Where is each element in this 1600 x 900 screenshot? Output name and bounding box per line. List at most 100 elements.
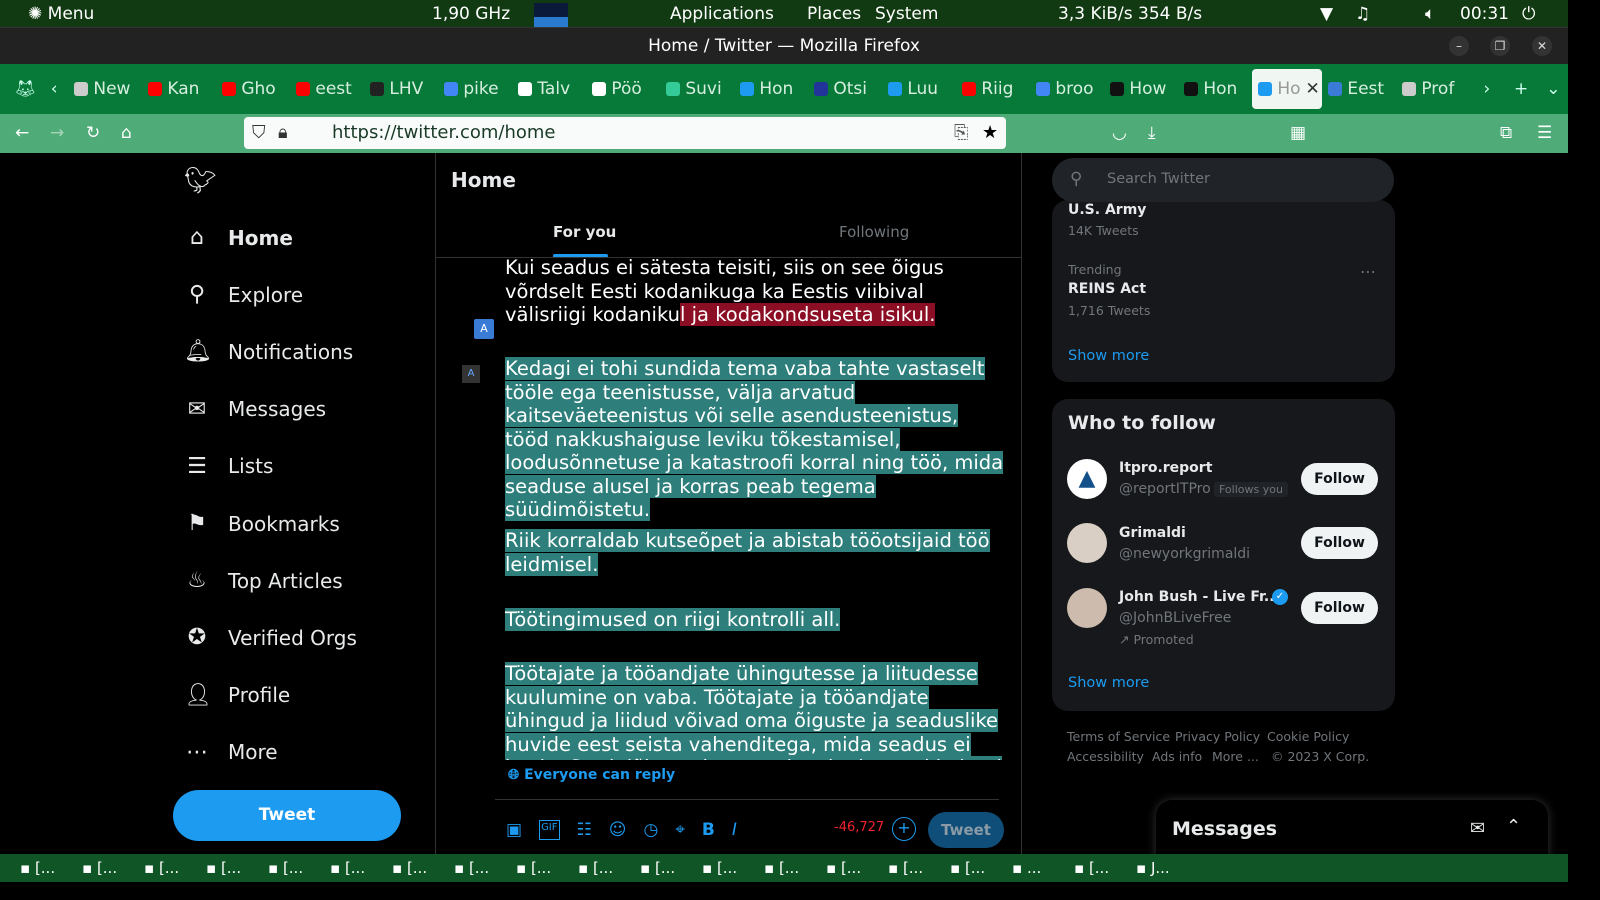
user-handle[interactable]: @JohnBLiveFree [1119,610,1231,626]
user-name[interactable]: Grimaldi [1119,525,1186,541]
close-button[interactable]: ✕ [1532,36,1552,56]
more-options-icon[interactable]: ⋯ [1360,262,1376,281]
trend-name[interactable]: U.S. Army [1068,202,1146,218]
tweet-paragraph[interactable]: Töötingimused on riigi kontrolli all. [505,608,1005,632]
poll-icon[interactable]: ☷ [577,820,592,840]
download-icon[interactable]: ⤓ [1148,123,1156,143]
follow-button[interactable]: Follow [1301,592,1378,624]
tweet-button[interactable]: Tweet [173,790,401,841]
browser-tab[interactable]: Pöö [586,79,660,99]
tab-for-you[interactable]: For you [553,223,616,241]
extensions-icon[interactable]: ⧉ [1500,123,1512,143]
footer-link[interactable]: Ads info [1152,749,1202,764]
close-tab-icon[interactable]: ✕ [1306,79,1320,99]
browser-tab[interactable]: Otsi [808,79,882,99]
reload-icon[interactable]: ↻ [86,123,100,143]
extension-icon[interactable]: ▦ [1290,123,1306,143]
shield-icon[interactable]: ⛉ [252,117,266,149]
translate-icon[interactable]: ⎘ [954,117,968,149]
avatar[interactable] [1067,588,1107,628]
taskbar-item[interactable]: ▪ [... [764,859,822,877]
browser-tab[interactable]: LHV [364,79,438,99]
taskbar-item[interactable]: ▪ ... [1012,859,1070,877]
applications-menu[interactable]: Applications [670,4,774,24]
power-icon[interactable]: ⏻ [1522,4,1535,24]
tweet-submit-button[interactable]: Tweet [928,812,1004,848]
system-menu[interactable]: System [875,4,938,24]
user-name[interactable]: Itpro.report [1119,460,1212,476]
gif-icon[interactable]: GIF [539,820,560,840]
nav-item-notifications[interactable]: 🔔︎ Notifications [184,339,353,364]
nav-item-explore[interactable]: ⚲ Explore [184,282,303,307]
browser-tab[interactable]: Prof [1396,79,1470,99]
home-icon[interactable]: ⌂ [121,123,132,143]
image-icon[interactable]: ▣ [506,820,522,840]
taskbar-item[interactable]: ▪ [... [454,859,512,877]
browser-tab[interactable]: Gho [216,79,290,99]
tweet-paragraph[interactable]: Töötajate ja tööandjate ühingutesse ja l… [505,662,1005,760]
user-handle[interactable]: @newyorkgrimaldi [1119,546,1250,562]
user-handle[interactable]: @reportITPro [1119,481,1211,497]
show-more-link[interactable]: Show more [1068,348,1149,364]
bell-icon[interactable]: ♫ [1355,4,1370,24]
emoji-icon[interactable]: ☺ [609,820,627,840]
pocket-icon[interactable]: ◡ [1112,123,1127,143]
tweet-paragraph[interactable]: Kui seadus ei sätesta teisiti, siis on s… [505,258,1005,327]
browser-tab[interactable]: Kan [142,79,216,99]
minimize-button[interactable]: – [1449,36,1469,56]
follow-button[interactable]: Follow [1301,463,1378,495]
browser-tab[interactable]: Hon [1178,79,1252,99]
firefox-icon[interactable]: 🦊︎ [0,79,51,99]
footer-link[interactable]: More ... [1212,749,1259,764]
messages-drawer[interactable]: Messages ✉ ⌃ [1156,800,1548,860]
twitter-logo-icon[interactable]: 🐦︎ [184,166,217,196]
tweet-paragraph[interactable]: Kedagi ei tohi sundida tema vaba tahte v… [505,357,1005,522]
browser-tab[interactable]: Suvi [660,79,734,99]
browser-tab[interactable]: How [1104,79,1178,99]
clock[interactable]: 00:31 [1460,4,1509,24]
footer-link[interactable]: Accessibility [1067,749,1144,764]
reply-setting-button[interactable]: 🌐︎ Everyone can reply [508,767,675,783]
tab-list-button[interactable]: ⌄ [1539,79,1568,99]
taskbar-item[interactable]: ▪ [... [640,859,698,877]
bookmark-star-icon[interactable]: ★ [982,117,998,149]
browser-tab[interactable]: New [68,79,142,99]
user-name[interactable]: John Bush - Live Fr... [1119,589,1280,605]
taskbar-item[interactable]: ▪ [... [20,859,78,877]
nav-item-more[interactable]: ⋯ More [184,740,278,765]
tab-following[interactable]: Following [839,223,909,241]
expand-icon[interactable]: ⌃ [1506,816,1521,837]
italic-icon[interactable]: I [732,820,737,840]
nav-item-verified-orgs[interactable]: ✪ Verified Orgs [184,625,357,650]
volume-icon[interactable]: 🔈︎ [1425,4,1435,24]
tabs-scroll-right[interactable]: › [1470,79,1503,99]
places-menu[interactable]: Places [807,4,861,24]
show-more-link[interactable]: Show more [1068,675,1149,691]
taskbar-item[interactable]: ▪ [... [578,859,636,877]
new-tab-button[interactable]: + [1504,79,1539,99]
tweet-paragraph[interactable]: Riik korraldab kutseõpet ja abistab tööo… [505,529,1005,576]
url-text[interactable]: https://twitter.com/home [332,122,556,143]
trend-name[interactable]: REINS Act [1068,281,1146,297]
footer-link[interactable]: Cookie Policy [1267,729,1349,744]
avatar[interactable] [1067,523,1107,563]
taskbar-item[interactable]: ▪ [... [950,859,1008,877]
taskbar-item[interactable]: ▪ [... [206,859,264,877]
nav-item-bookmarks[interactable]: ⚑ Bookmarks [184,511,340,536]
taskbar-item[interactable]: ▪ [... [144,859,202,877]
taskbar-item[interactable]: ▪ [... [268,859,326,877]
browser-tab[interactable]: broo [1030,79,1104,99]
browser-tab[interactable]: Hon [734,79,808,99]
location-icon[interactable]: ⌖ [675,820,685,840]
browser-tab[interactable]: Eest [1322,79,1396,99]
nav-item-messages[interactable]: ✉ Messages [184,397,326,422]
browser-tab[interactable]: Riig [956,79,1030,99]
menu-button[interactable]: ✺ Menu [28,4,94,24]
taskbar-item[interactable]: ▪ J... [1136,859,1194,877]
back-icon[interactable]: ← [15,123,29,143]
browser-tab[interactable]: pike [438,79,512,99]
taskbar-item[interactable]: ▪ [... [516,859,574,877]
taskbar-item[interactable]: ▪ [... [330,859,388,877]
taskbar-item[interactable]: ▪ [... [392,859,450,877]
maximize-button[interactable]: ❐ [1490,36,1510,56]
